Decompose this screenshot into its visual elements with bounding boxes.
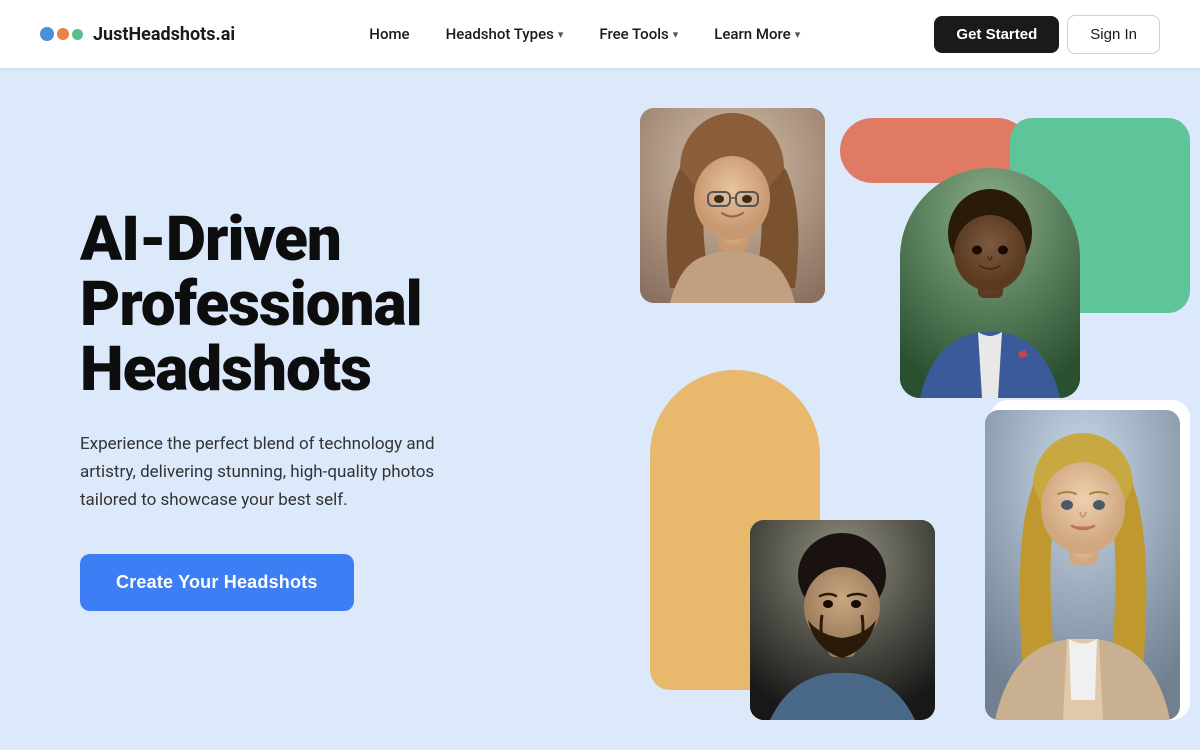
logo[interactable]: JustHeadshots.ai	[40, 24, 235, 45]
nav-free-tools[interactable]: Free Tools ▾	[585, 17, 692, 51]
headshot-types-chevron-icon: ▾	[558, 28, 564, 41]
person-2	[900, 168, 1080, 398]
headshot-photo-4	[985, 410, 1180, 720]
hero-left: AI-Driven Professional Headshots Experie…	[80, 207, 580, 611]
free-tools-chevron-icon: ▾	[673, 28, 679, 41]
get-started-button[interactable]: Get Started	[934, 16, 1059, 53]
nav-learn-more[interactable]: Learn More ▾	[700, 17, 814, 51]
logo-dot-green	[72, 29, 83, 40]
photo-collage	[640, 88, 1160, 750]
learn-more-chevron-icon: ▾	[795, 28, 801, 41]
logo-dot-orange	[57, 28, 69, 40]
navbar: JustHeadshots.ai Home Headshot Types ▾ F…	[0, 0, 1200, 68]
hero-section: AI-Driven Professional Headshots Experie…	[0, 68, 1200, 750]
hero-right	[580, 68, 1120, 750]
hero-subtitle: Experience the perfect blend of technolo…	[80, 430, 450, 514]
headshot-photo-3	[750, 520, 935, 720]
logo-dot-blue	[40, 27, 54, 41]
person-1	[640, 108, 825, 303]
nav-links: Home Headshot Types ▾ Free Tools ▾ Learn…	[355, 17, 814, 51]
person-3	[750, 520, 935, 720]
create-headshots-button[interactable]: Create Your Headshots	[80, 554, 354, 611]
sign-in-button[interactable]: Sign In	[1067, 15, 1160, 54]
logo-text: JustHeadshots.ai	[93, 24, 235, 45]
hero-title: AI-Driven Professional Headshots	[80, 207, 580, 402]
logo-icon	[40, 27, 83, 41]
person-4	[985, 410, 1180, 720]
headshot-photo-2	[900, 168, 1080, 398]
nav-home[interactable]: Home	[355, 17, 423, 51]
headshot-photo-1	[640, 108, 825, 303]
nav-actions: Get Started Sign In	[934, 15, 1160, 54]
nav-headshot-types[interactable]: Headshot Types ▾	[432, 17, 578, 51]
